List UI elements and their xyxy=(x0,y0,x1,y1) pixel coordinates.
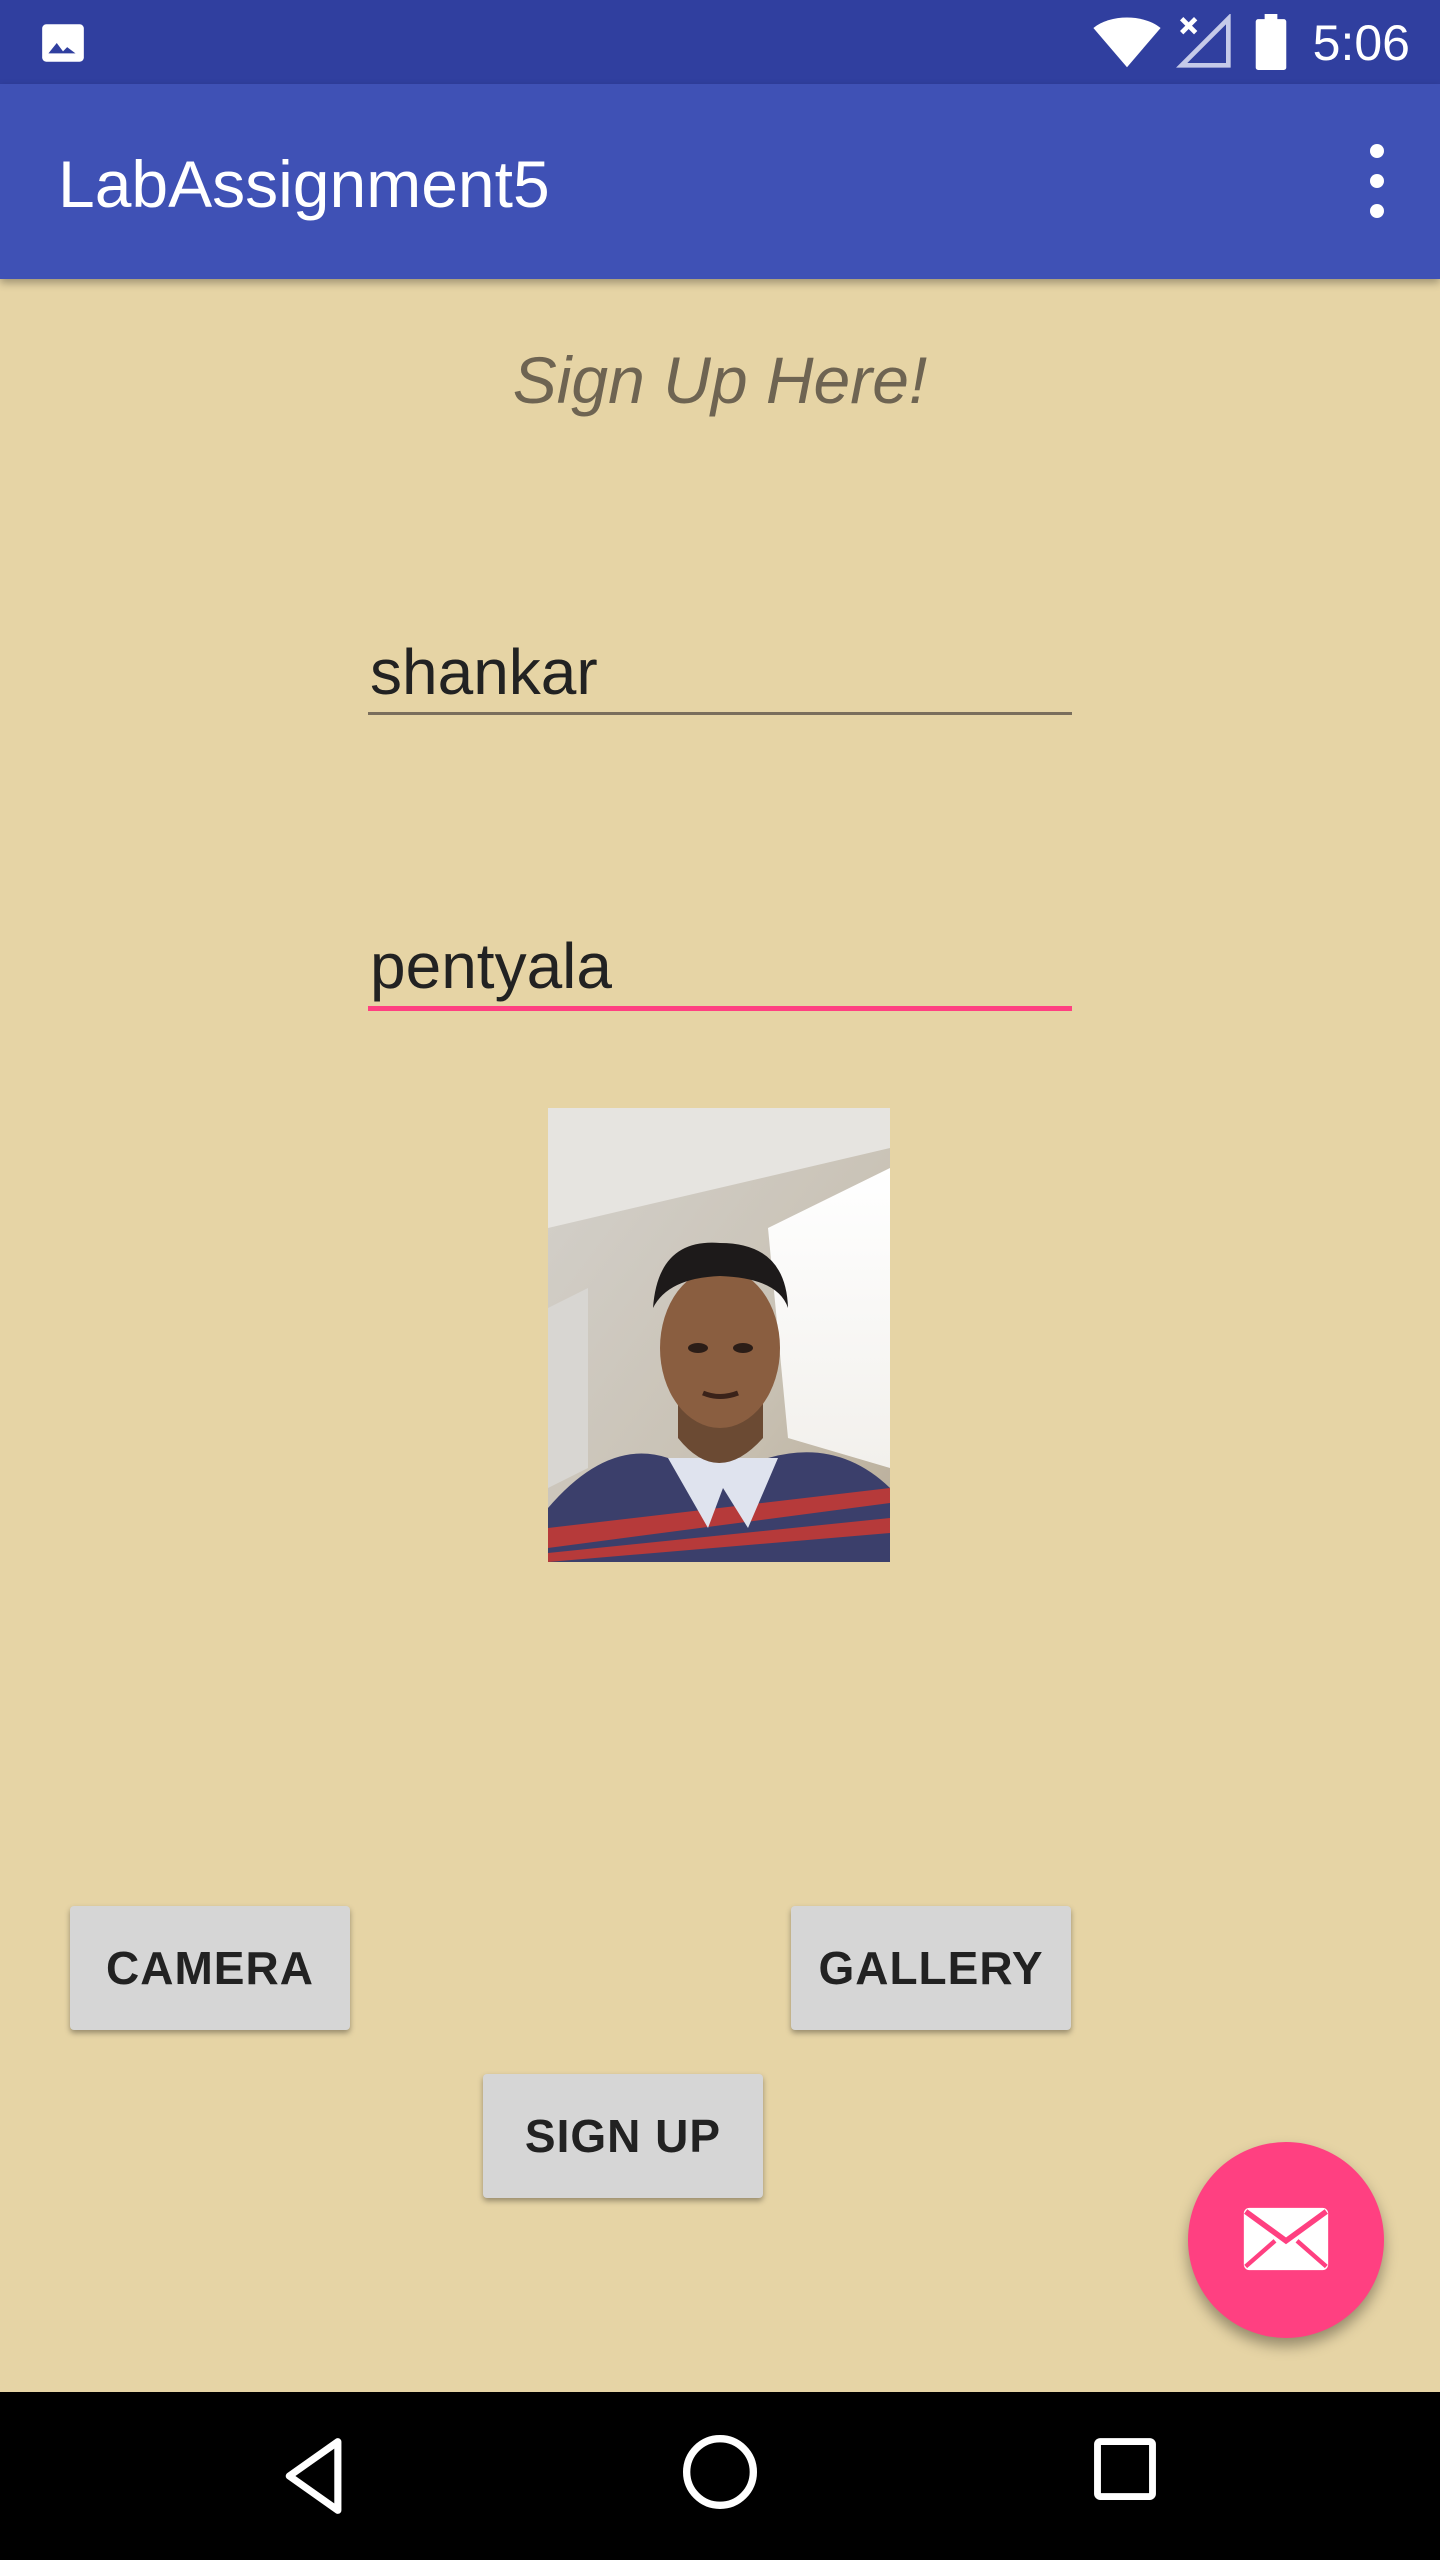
last-name-field[interactable] xyxy=(368,926,1072,1011)
gallery-button[interactable]: GALLERY xyxy=(791,1906,1071,2030)
first-name-field[interactable] xyxy=(368,632,1072,715)
menu-dot xyxy=(1370,204,1384,218)
overflow-menu-icon[interactable] xyxy=(1354,144,1400,218)
profile-photo xyxy=(548,1108,890,1562)
wifi-icon xyxy=(1092,14,1162,75)
menu-dot xyxy=(1370,174,1384,188)
signup-button[interactable]: SIGN UP xyxy=(483,2074,763,2198)
battery-icon xyxy=(1254,14,1288,75)
email-icon xyxy=(1241,2206,1331,2275)
status-bar: 5:06 xyxy=(0,0,1440,84)
app-title: LabAssignment5 xyxy=(58,147,550,221)
status-time: 5:06 xyxy=(1312,15,1410,71)
recents-icon[interactable] xyxy=(1092,2436,1158,2507)
email-fab-button[interactable] xyxy=(1188,2142,1384,2338)
signal-icon xyxy=(1175,13,1235,75)
back-icon[interactable] xyxy=(280,2436,350,2521)
menu-dot xyxy=(1370,144,1384,158)
navigation-bar xyxy=(0,2392,1440,2560)
home-icon[interactable] xyxy=(680,2432,760,2517)
signup-heading: Sign Up Here! xyxy=(512,343,928,417)
app-bar: LabAssignment5 xyxy=(0,84,1440,279)
image-icon xyxy=(38,18,88,73)
camera-button[interactable]: CAMERA xyxy=(70,1906,350,2030)
